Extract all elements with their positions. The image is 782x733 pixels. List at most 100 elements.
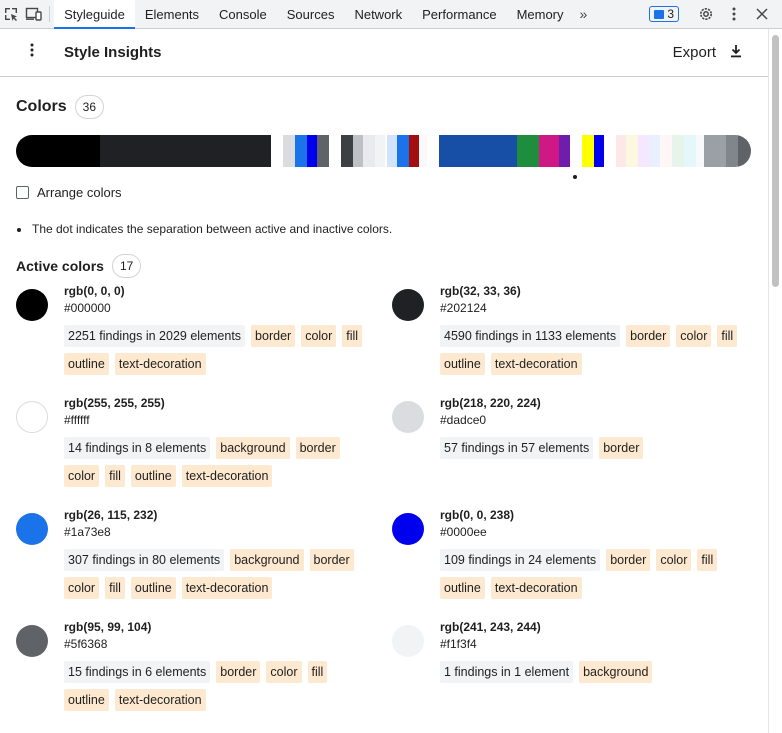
color-strip-segment[interactable] [16,135,100,167]
color-swatch[interactable] [16,401,48,433]
color-strip-segment[interactable] [696,135,705,167]
color-strip-segment[interactable] [99,135,272,167]
color-strip-segment[interactable] [594,135,605,167]
property-tag[interactable]: text-decoration [114,689,206,711]
findings-tag[interactable]: 57 findings in 57 elements [440,437,594,459]
property-tag[interactable]: fill [307,661,328,683]
arrange-colors-checkbox[interactable]: Arrange colors [16,185,756,200]
color-swatch[interactable] [392,401,424,433]
property-tag[interactable]: text-decoration [114,353,206,375]
more-options-icon[interactable] [720,7,748,21]
color-strip-segment[interactable] [616,135,627,167]
color-strip-segment[interactable] [638,135,651,167]
property-tag[interactable]: fill [717,325,738,347]
color-strip-segment[interactable] [307,135,318,167]
export-button[interactable]: Export [673,44,742,62]
color-strip-segment[interactable] [418,135,427,167]
property-tag[interactable]: outline [130,465,176,487]
findings-tag[interactable]: 109 findings in 24 elements [440,549,601,571]
property-tag[interactable]: text-decoration [181,465,273,487]
property-tag[interactable]: border [251,325,296,347]
property-tag[interactable]: outline [440,353,485,375]
property-tag[interactable]: color [64,577,100,599]
color-strip-segment[interactable] [726,135,739,167]
findings-tag[interactable]: 1 findings in 1 element [440,661,574,683]
color-strip-segment[interactable] [341,135,354,167]
color-strip-segment[interactable] [375,135,385,167]
property-tag[interactable]: color [301,325,337,347]
tab-console[interactable]: Console [209,0,277,28]
color-strip-segment[interactable] [538,135,559,167]
color-strip-segment[interactable] [626,135,639,167]
panel-menu-icon[interactable] [24,43,40,62]
color-strip-segment[interactable] [438,135,517,167]
property-tag[interactable]: fill [105,465,125,487]
tab-memory[interactable]: Memory [507,0,574,28]
findings-tag[interactable]: 4590 findings in 1133 elements [440,325,621,347]
color-strip-segment[interactable] [426,135,439,167]
findings-tag[interactable]: 14 findings in 8 elements [64,437,211,459]
color-strip-segment[interactable] [271,135,284,167]
color-strip-segment[interactable] [582,135,595,167]
inspect-element-icon[interactable] [0,0,23,28]
more-tabs-icon[interactable]: » [574,0,594,28]
tab-performance[interactable]: Performance [412,0,506,28]
color-swatch[interactable] [16,289,48,321]
color-strip-segment[interactable] [570,135,583,167]
tab-sources[interactable]: Sources [277,0,345,28]
color-strip-segment[interactable] [704,135,727,167]
color-strip-segment[interactable] [363,135,376,167]
color-strip-segment[interactable] [516,135,539,167]
findings-tag[interactable]: 307 findings in 80 elements [64,549,225,571]
color-strip-segment[interactable] [386,135,397,167]
color-swatch[interactable] [392,289,424,321]
issues-badge[interactable]: 3 [649,6,679,22]
property-tag[interactable]: fill [105,577,125,599]
color-strip-segment[interactable] [329,135,342,167]
color-strip-segment[interactable] [408,135,419,167]
color-strip-segment[interactable] [684,135,697,167]
property-tag[interactable]: background [230,549,304,571]
property-tag[interactable]: outline [130,577,176,599]
findings-tag[interactable]: 15 findings in 6 elements [64,661,211,683]
property-tag[interactable]: background [216,437,290,459]
property-tag[interactable]: text-decoration [490,353,582,375]
color-strip-segment[interactable] [353,135,364,167]
settings-gear-icon[interactable] [692,6,720,22]
color-strip-segment[interactable] [672,135,685,167]
device-toolbar-icon[interactable] [23,0,46,28]
property-tag[interactable]: border [295,437,340,459]
property-tag[interactable]: border [626,325,671,347]
color-strip-segment[interactable] [650,135,661,167]
property-tag[interactable]: fill [697,549,718,571]
property-tag[interactable]: border [599,437,644,459]
property-tag[interactable]: background [579,661,653,683]
property-tag[interactable]: border [606,549,651,571]
color-strip-segment[interactable] [283,135,296,167]
color-strip-segment[interactable] [738,135,751,167]
findings-tag[interactable]: 2251 findings in 2029 elements [64,325,246,347]
color-swatch[interactable] [16,625,48,657]
tab-styleguide[interactable]: Styleguide [54,0,135,29]
property-tag[interactable]: color [656,549,692,571]
color-swatch[interactable] [392,625,424,657]
color-strip-segment[interactable] [396,135,409,167]
checkbox-box[interactable] [16,186,29,199]
property-tag[interactable]: outline [64,353,109,375]
property-tag[interactable]: fill [342,325,363,347]
property-tag[interactable]: outline [64,689,109,711]
color-strip-segment[interactable] [558,135,571,167]
property-tag[interactable]: outline [440,577,485,599]
color-strip-segment[interactable] [317,135,330,167]
scrollbar-thumb[interactable] [772,35,779,287]
color-strip-segment[interactable] [660,135,673,167]
color-swatch[interactable] [16,513,48,545]
tab-elements[interactable]: Elements [135,0,209,28]
property-tag[interactable]: border [309,549,354,571]
property-tag[interactable]: color [266,661,302,683]
property-tag[interactable]: text-decoration [181,577,273,599]
property-tag[interactable]: border [216,661,261,683]
tab-network[interactable]: Network [344,0,412,28]
property-tag[interactable]: color [64,465,100,487]
close-icon[interactable] [748,8,776,20]
